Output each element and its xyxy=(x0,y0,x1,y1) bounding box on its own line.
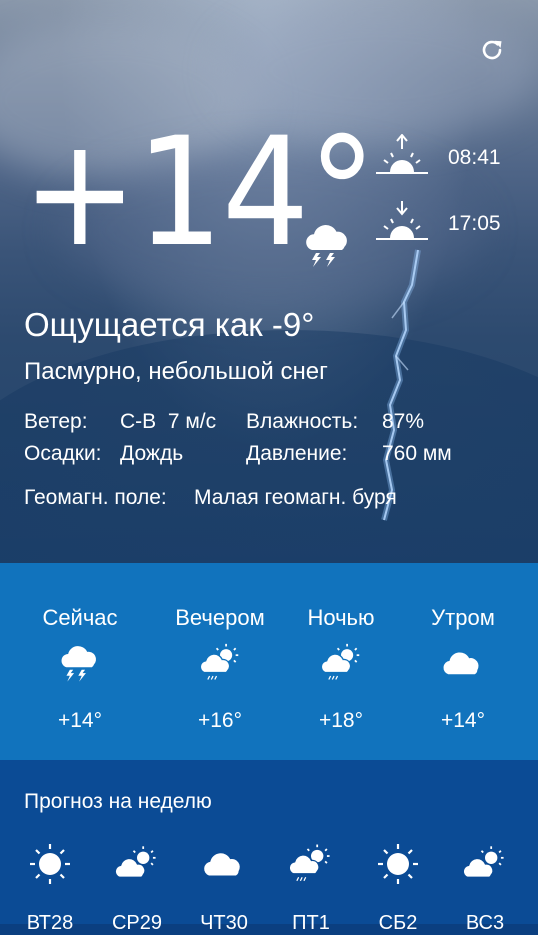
week-day-item[interactable]: ВС3 xyxy=(455,842,515,934)
wind-label: Ветер: xyxy=(24,410,88,433)
pressure-label: Давление: xyxy=(246,442,348,465)
day-periods-panel: Сейчас +14° Вечером +16° Ночью +18° Утро… xyxy=(0,563,538,760)
sun-icon xyxy=(378,844,418,884)
partly-cloudy-icon xyxy=(462,846,504,878)
sun-icon xyxy=(30,844,70,884)
pressure-value: 760 мм xyxy=(382,442,452,465)
precipitation-value: Дождь xyxy=(120,442,184,465)
period-night[interactable]: Ночью +18° xyxy=(274,563,408,760)
thunderstorm-icon xyxy=(61,646,96,682)
partly-cloudy-icon xyxy=(114,846,156,878)
geomagnetic-value: Малая геомагн. буря xyxy=(194,486,397,509)
week-day-item[interactable]: ВТ28 xyxy=(20,842,80,934)
sunset-time: 17:05 xyxy=(448,212,501,235)
period-label: Вечером xyxy=(175,605,265,630)
period-label: Сейчас xyxy=(42,605,118,630)
partly-cloudy-rain-icon xyxy=(288,844,330,882)
humidity-label: Влажность: xyxy=(246,410,359,433)
partly-cloudy-rain-icon xyxy=(199,643,239,680)
sunset-icon xyxy=(376,201,428,240)
period-now[interactable]: Сейчас +14° xyxy=(13,563,147,760)
sunrise-icon xyxy=(376,134,428,174)
sunset-row: 17:05 xyxy=(374,200,514,240)
week-day-item[interactable]: ПТ1 xyxy=(281,842,341,934)
period-label: Утром xyxy=(431,605,495,630)
feels-like-text: Ощущается как -9° xyxy=(24,306,315,343)
period-temperature: +16° xyxy=(197,709,243,732)
period-evening[interactable]: Вечером +16° xyxy=(153,563,287,760)
period-temperature: +14° xyxy=(57,709,103,732)
weekly-forecast-title: Прогноз на неделю xyxy=(24,790,212,813)
period-temperature: +14° xyxy=(440,709,486,732)
humidity-value: 87% xyxy=(382,410,425,433)
refresh-icon[interactable] xyxy=(478,36,506,64)
period-morning[interactable]: Утром +14° xyxy=(396,563,530,760)
condition-text: Пасмурно, небольшой снег xyxy=(24,358,328,385)
period-temperature: +18° xyxy=(318,709,364,732)
cloud-icon xyxy=(443,652,479,675)
week-day-item[interactable]: СБ2 xyxy=(368,842,428,934)
geomagnetic-label: Геомагн. поле: xyxy=(24,486,167,509)
sunrise-time: 08:41 xyxy=(448,146,501,169)
week-day-item[interactable]: ЧТ30 xyxy=(194,842,254,934)
wind-value: С-В 7 м/с xyxy=(120,410,217,433)
weekly-forecast-panel: Прогноз на неделю ВТ28 СР29 ЧТ30 ПТ1 СБ2… xyxy=(0,760,538,934)
partly-cloudy-rain-icon xyxy=(320,643,360,680)
thunderstorm-icon xyxy=(306,225,347,267)
sunrise-row: 08:41 xyxy=(374,134,514,174)
precipitation-label: Осадки: xyxy=(24,442,102,465)
period-label: Ночью xyxy=(307,605,375,630)
week-day-item[interactable]: СР29 xyxy=(107,842,167,934)
current-weather-panel: +14° 08:41 17:05 Ощущается как -9° Пасму… xyxy=(0,0,538,563)
cloud-icon xyxy=(204,853,240,876)
